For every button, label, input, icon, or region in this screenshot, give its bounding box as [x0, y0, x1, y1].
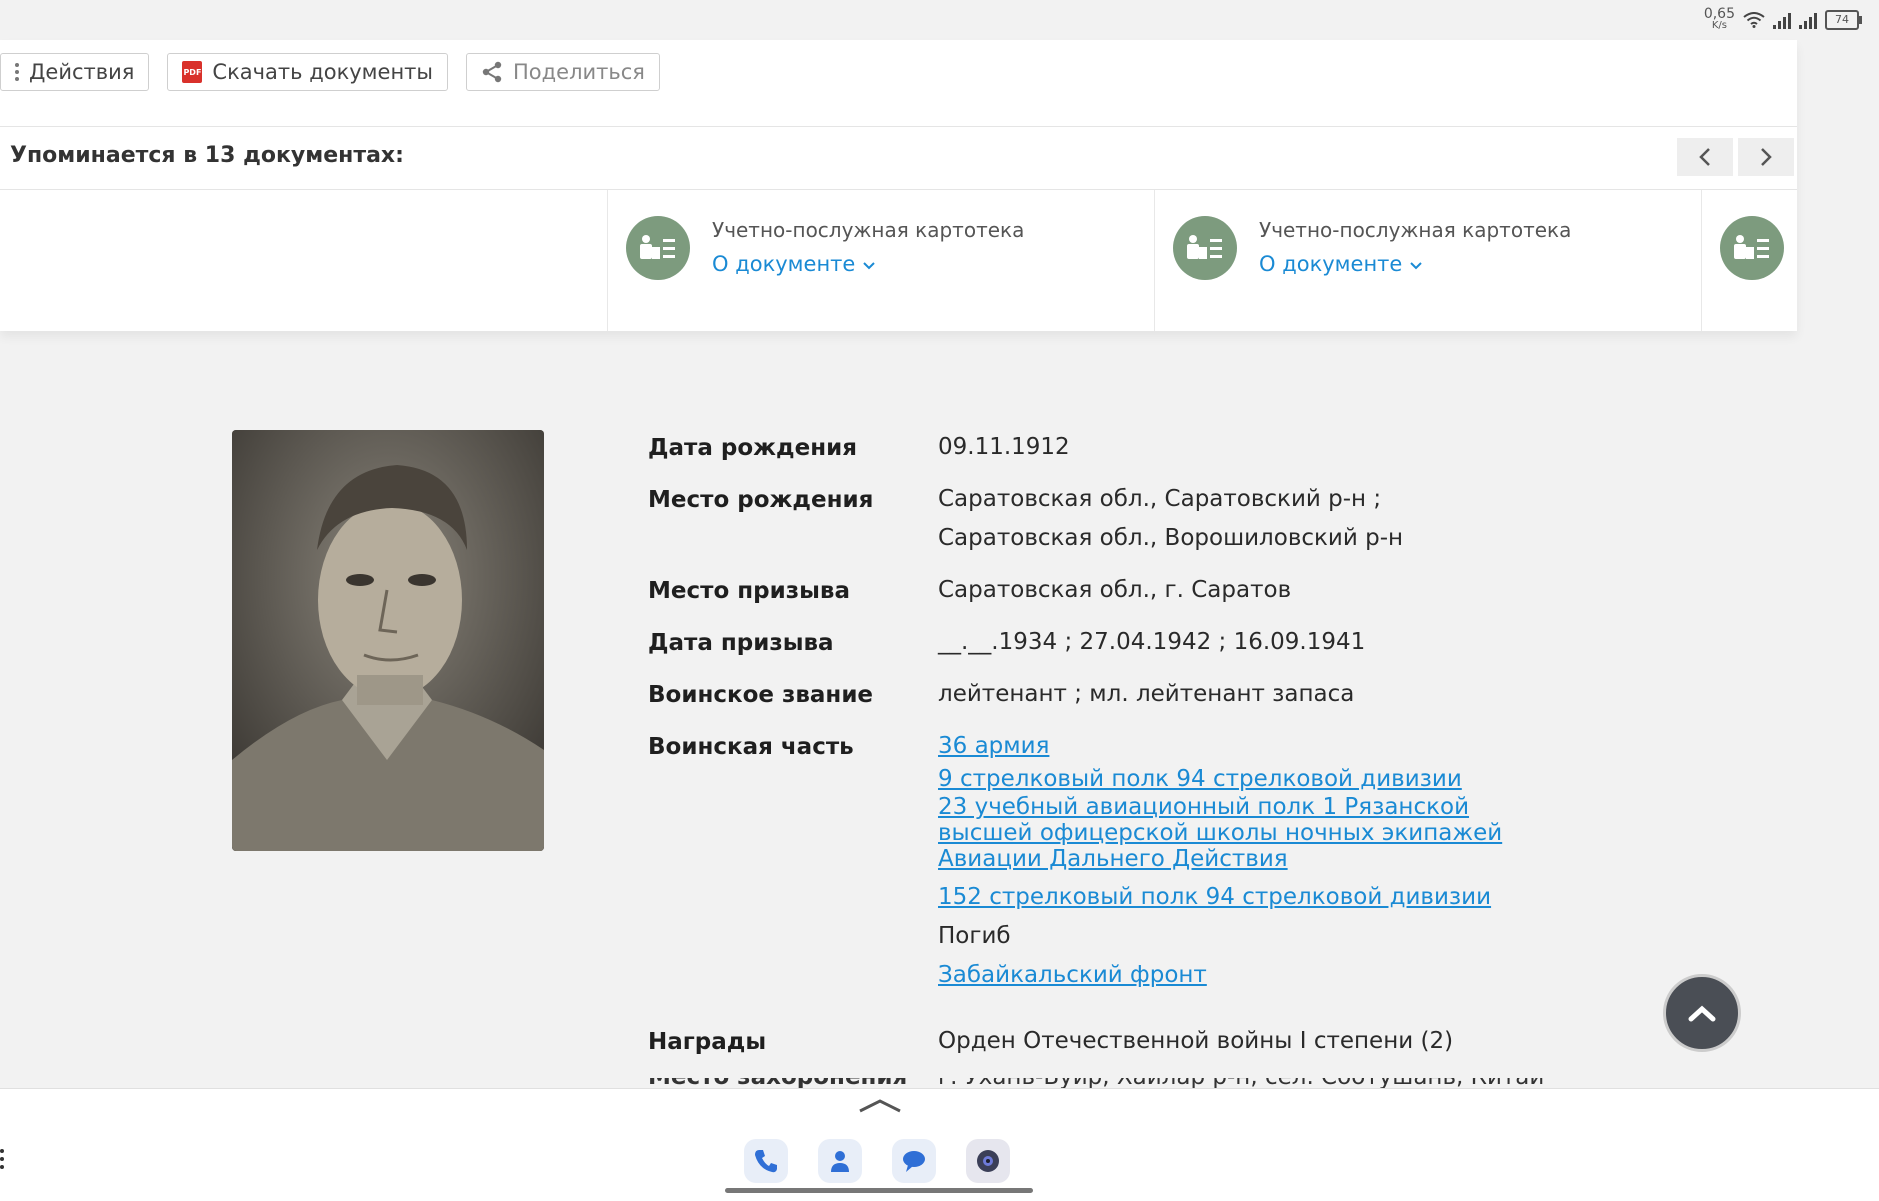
- document-card-icon: [626, 216, 690, 280]
- carousel-next-button[interactable]: [1738, 138, 1794, 176]
- share-button[interactable]: Поделиться: [465, 53, 660, 91]
- document-card-icon: [1720, 216, 1784, 280]
- about-document-link[interactable]: О документе: [712, 252, 876, 276]
- share-icon: [481, 61, 503, 83]
- system-dock: [0, 1088, 1879, 1201]
- dock-apps: [744, 1139, 1010, 1183]
- document-card-icon: [1173, 216, 1237, 280]
- carousel-prev-button[interactable]: [1677, 138, 1733, 176]
- more-vertical-icon: [15, 63, 19, 81]
- scroll-to-top-button[interactable]: [1663, 974, 1741, 1052]
- chevron-down-icon: [863, 262, 875, 270]
- portrait-photo: [232, 430, 544, 851]
- camera-app-icon[interactable]: [966, 1139, 1010, 1183]
- actions-button[interactable]: Действия: [0, 53, 150, 91]
- unit-link[interactable]: Забайкальский фронт: [938, 956, 1538, 995]
- unit-status-text: Погиб: [938, 923, 1011, 949]
- unit-link[interactable]: 152 стрелковый полк 94 стрелковой дивизи…: [938, 878, 1538, 917]
- chevron-left-icon: [1699, 148, 1710, 166]
- document-card-partial[interactable]: [1701, 190, 1797, 331]
- mentions-title: Упоминается в 13 документах:: [10, 143, 404, 168]
- status-bar: 0,65 K/s 74: [1659, 0, 1879, 40]
- dock-expand-icon[interactable]: [858, 1099, 902, 1113]
- home-indicator[interactable]: [725, 1188, 1033, 1193]
- signal-icon-2: [1799, 11, 1817, 29]
- network-speed: 0,65 K/s: [1703, 6, 1735, 31]
- chevron-down-icon: [1410, 262, 1422, 270]
- document-card[interactable]: Учетно-послужная картотека О документе: [1154, 190, 1701, 331]
- wifi-icon: [1743, 12, 1765, 28]
- chevron-up-icon: [1688, 1005, 1716, 1022]
- toolbar: Действия PDF Скачать документы Поделитьс…: [0, 53, 660, 91]
- mentions-bar: Упоминается в 13 документах:: [0, 126, 1797, 190]
- unit-link[interactable]: 36 армия: [938, 727, 1538, 766]
- pdf-icon: PDF: [182, 61, 203, 83]
- document-card[interactable]: Учетно-послужная картотека О документе: [607, 190, 1154, 331]
- detail-row-burial-place: Место захоронения г. Ухань-Буир, Хайлар …: [648, 1078, 1548, 1088]
- unit-link[interactable]: 23 учебный авиационный полк 1 Рязанской …: [938, 794, 1538, 872]
- about-document-link[interactable]: О документе: [1259, 252, 1423, 276]
- chevron-right-icon: [1761, 148, 1772, 166]
- signal-icon-1: [1773, 11, 1791, 29]
- record-header-panel: Действия PDF Скачать документы Поделитьс…: [0, 40, 1797, 331]
- contacts-app-icon[interactable]: [818, 1139, 862, 1183]
- unit-link[interactable]: 9 стрелковый полк 94 стрелковой дивизии: [938, 764, 1538, 794]
- dock-menu-icon[interactable]: [0, 1149, 4, 1169]
- documents-carousel: Учетно-послужная картотека О документе У…: [0, 190, 1797, 331]
- phone-app-icon[interactable]: [744, 1139, 788, 1183]
- messages-app-icon[interactable]: [892, 1139, 936, 1183]
- battery-icon: 74: [1825, 10, 1862, 30]
- download-documents-button[interactable]: PDF Скачать документы: [167, 53, 448, 91]
